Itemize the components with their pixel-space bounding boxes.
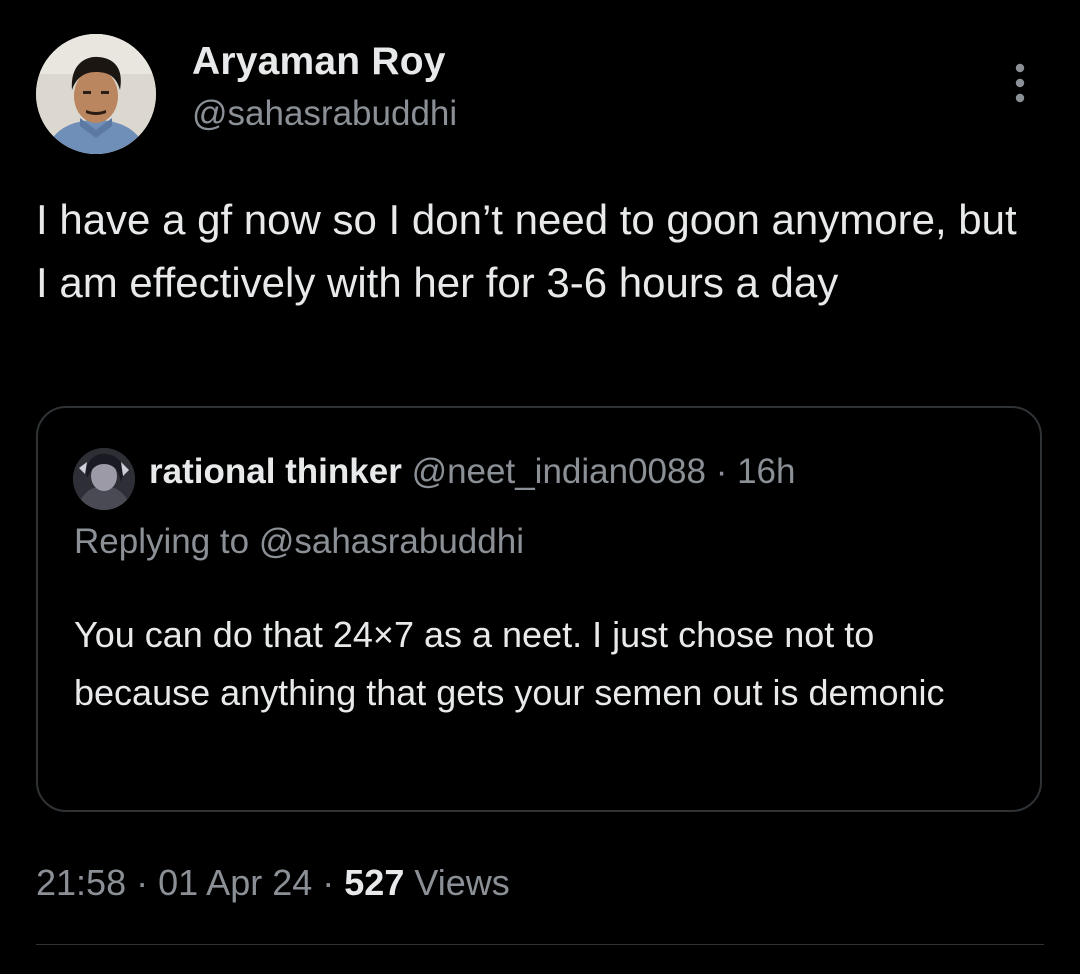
author-avatar[interactable] xyxy=(36,34,156,154)
meta-separator: · xyxy=(136,862,149,903)
author-handle[interactable]: @sahasrabuddhi xyxy=(192,94,457,134)
tweet-date[interactable]: 01 Apr 24 xyxy=(158,862,312,903)
meta-separator: · xyxy=(322,862,335,903)
tweet-time[interactable]: 21:58 xyxy=(36,862,126,903)
quoted-author-handle[interactable]: @neet_indian0088 xyxy=(412,452,706,491)
quoted-age[interactable]: 16h xyxy=(737,452,795,491)
views-label[interactable]: Views xyxy=(414,862,509,903)
author-name[interactable]: Aryaman Roy xyxy=(192,40,446,84)
divider xyxy=(36,944,1044,945)
quoted-tweet[interactable]: rational thinker @neet_indian0088 · 16h … xyxy=(36,406,1042,812)
quoted-header: rational thinker @neet_indian0088 · 16h xyxy=(149,452,795,492)
user-avatar-photo xyxy=(36,34,156,154)
tweet-text: I have a gf now so I don’t need to goon … xyxy=(36,196,1017,306)
quoted-author-avatar[interactable] xyxy=(73,448,135,510)
quoted-text: You can do that 24×7 as a neet. I just c… xyxy=(74,614,945,713)
replying-to: Replying to @sahasrabuddhi xyxy=(74,522,524,561)
tweet-meta: 21:58 · 01 Apr 24 · 527 Views xyxy=(36,862,510,904)
views-count[interactable]: 527 xyxy=(344,862,404,903)
quoted-author-name[interactable]: rational thinker xyxy=(149,452,402,491)
more-options-button[interactable] xyxy=(1004,60,1036,106)
quoted-separator: · xyxy=(715,452,728,491)
anime-avatar-image xyxy=(73,448,135,510)
more-options-vertical-icon xyxy=(1015,63,1025,103)
